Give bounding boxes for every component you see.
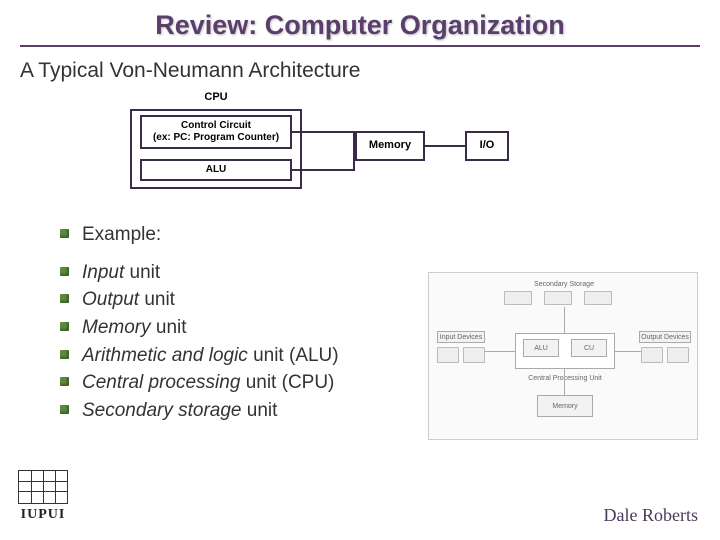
bullet-example: Example: — [60, 221, 720, 249]
si-line-left — [485, 351, 515, 352]
architecture-illustration: Secondary Storage Input Devices Output D… — [428, 272, 698, 440]
si-cu: CU — [571, 339, 607, 357]
logo-building-icon — [18, 470, 68, 504]
si-storage-3 — [584, 291, 612, 305]
si-input-1 — [437, 347, 459, 363]
bullet-output-italic: Output — [82, 289, 139, 310]
control-circuit-box: Control Circuit (ex: PC: Program Counter… — [140, 115, 292, 149]
si-output-2 — [667, 347, 689, 363]
bullet-storage-italic: Secondary storage — [82, 400, 242, 421]
bullet-memory-rest: unit — [151, 317, 187, 338]
bullet-input-rest: unit — [124, 262, 160, 283]
si-output-1 — [641, 347, 663, 363]
title-underline — [20, 45, 700, 47]
iupui-logo: IUPUI — [18, 470, 68, 526]
si-input-2 — [463, 347, 485, 363]
wire-mem-vert — [353, 131, 355, 171]
bullet-alu-rest: unit (ALU) — [248, 345, 339, 366]
io-box: I/O — [465, 131, 509, 161]
von-neumann-diagram: CPU Control Circuit (ex: PC: Program Cou… — [75, 91, 575, 211]
si-output-label: Output Devices — [639, 331, 691, 343]
control-line1: Control Circuit — [142, 120, 290, 132]
si-memory-box: Memory — [537, 395, 593, 417]
cpu-label: CPU — [130, 91, 302, 103]
si-cpu-label: Central Processing Unit — [515, 373, 615, 383]
bullet-cpu-italic: Central processing — [82, 372, 240, 393]
si-line-right — [615, 351, 641, 352]
si-input-label: Input Devices — [437, 331, 485, 343]
bullet-input-italic: Input — [82, 262, 124, 283]
wire-alu-mem — [292, 169, 355, 171]
bullet-cpu-rest: unit (CPU) — [240, 372, 334, 393]
si-sec-label: Secondary Storage — [524, 279, 604, 289]
si-storage-2 — [544, 291, 572, 305]
si-storage-1 — [504, 291, 532, 305]
si-line-bottom — [564, 369, 565, 395]
footer-author: Dale Roberts — [604, 505, 698, 526]
logo-text: IUPUI — [18, 507, 68, 523]
bullet-alu-italic: Arithmetic and logic — [82, 345, 248, 366]
alu-box: ALU — [140, 159, 292, 181]
si-alu: ALU — [523, 339, 559, 357]
wire-mem-io — [425, 145, 465, 147]
bullet-output-rest: unit — [139, 289, 175, 310]
wire-ctrl-mem — [292, 131, 355, 133]
subtitle: A Typical Von-Neumann Architecture — [0, 55, 720, 91]
control-line2: (ex: PC: Program Counter) — [142, 132, 290, 144]
memory-box: Memory — [355, 131, 425, 161]
slide-title: Review: Computer Organization — [0, 0, 720, 45]
bullet-storage-rest: unit — [242, 400, 278, 421]
si-line-top — [564, 307, 565, 333]
bullet-memory-italic: Memory — [82, 317, 151, 338]
